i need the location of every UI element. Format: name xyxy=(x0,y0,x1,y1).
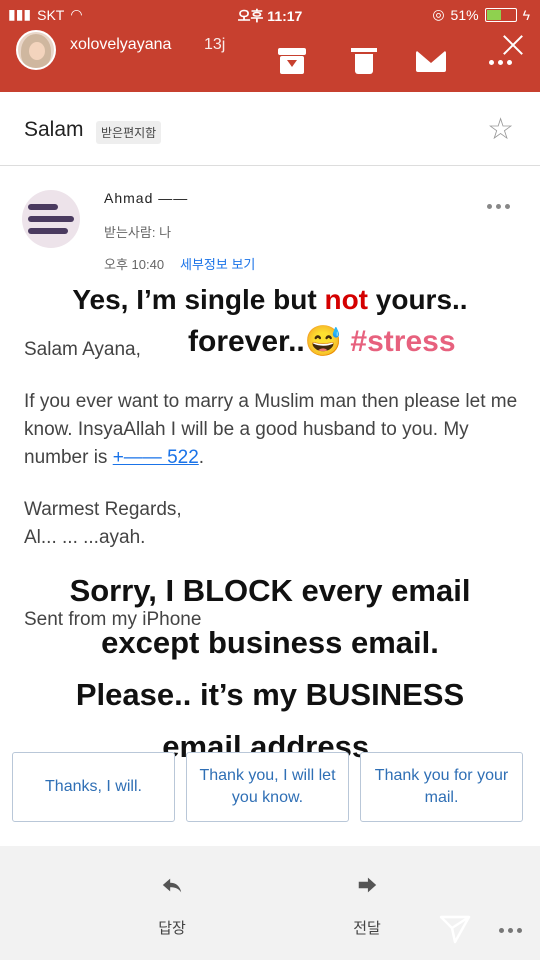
close-icon[interactable] xyxy=(500,32,526,58)
alarm-icon: ◎ xyxy=(432,6,445,22)
story-header: xolovelyayana 13j xyxy=(0,30,540,92)
send-message-icon[interactable] xyxy=(438,912,472,946)
email-closing: Warmest Regards, xyxy=(24,499,182,520)
forward-button[interactable]: 전달 xyxy=(337,874,397,938)
more-options-icon[interactable] xyxy=(489,60,512,65)
star-icon[interactable]: ☆ xyxy=(487,112,514,147)
story-time-ago: 13j xyxy=(204,36,226,53)
smart-reply-button[interactable]: Thank you, I will let you know. xyxy=(186,752,349,822)
story-caption-line-1: Yes, I’m single but not yours.. xyxy=(72,284,468,315)
battery-icon xyxy=(484,7,517,22)
bottom-action-bar: 답장 전달 xyxy=(0,846,540,960)
email-subject-bar: Salam 받은편지함 ☆ xyxy=(0,92,540,166)
view-details-link[interactable]: 세부정보 보기 xyxy=(180,254,255,273)
smart-reply-button[interactable]: Thank you for your mail. xyxy=(360,752,523,822)
charging-icon: ϟ xyxy=(522,6,530,23)
reply-button[interactable]: 답장 xyxy=(142,874,202,938)
sender-avatar[interactable] xyxy=(22,190,80,248)
inbox-badge[interactable]: 받은편지함 xyxy=(96,121,162,144)
status-bar: ▮▮▮ SKT ◠ 오후 11:17 ◎ 51% ϟ xyxy=(0,0,540,30)
forward-icon xyxy=(358,877,377,893)
sender-header: Ahmad —— 받는사람: 나 오후 10:40 세부정보 보기 xyxy=(0,180,540,276)
email-greeting: Salam Ayana, xyxy=(24,339,141,360)
sender-name: Ahmad —— xyxy=(104,190,189,206)
reply-icon xyxy=(162,878,182,893)
email-options-icon[interactable] xyxy=(487,204,510,209)
archive-icon[interactable] xyxy=(278,48,306,74)
story-caption-block: Sorry, I BLOCK every email except busine… xyxy=(69,573,471,764)
hashtag: #stress xyxy=(350,325,456,358)
email-time: 오후 10:40 xyxy=(104,257,165,272)
trash-icon[interactable] xyxy=(350,48,378,74)
avatar[interactable] xyxy=(16,30,56,70)
email-message: If you ever want to marry a Muslim man t… xyxy=(24,391,518,468)
email-signature: Al... ... ...ayah. xyxy=(24,527,146,548)
story-caption-line-2: forever..😅 #stress xyxy=(188,325,456,358)
phone-number-link[interactable]: +—— 522 xyxy=(113,447,199,468)
story-more-icon[interactable] xyxy=(499,928,522,933)
smart-reply-button[interactable]: Thanks, I will. xyxy=(12,752,175,822)
email-subject: Salam xyxy=(24,118,84,141)
recipient-line: 받는사람: 나 xyxy=(104,225,172,240)
smart-reply-row: Thanks, I will. Thank you, I will let yo… xyxy=(12,752,523,822)
mail-icon[interactable] xyxy=(416,48,446,74)
battery-percent: 51% xyxy=(450,6,479,23)
story-username[interactable]: xolovelyayana xyxy=(70,36,171,54)
